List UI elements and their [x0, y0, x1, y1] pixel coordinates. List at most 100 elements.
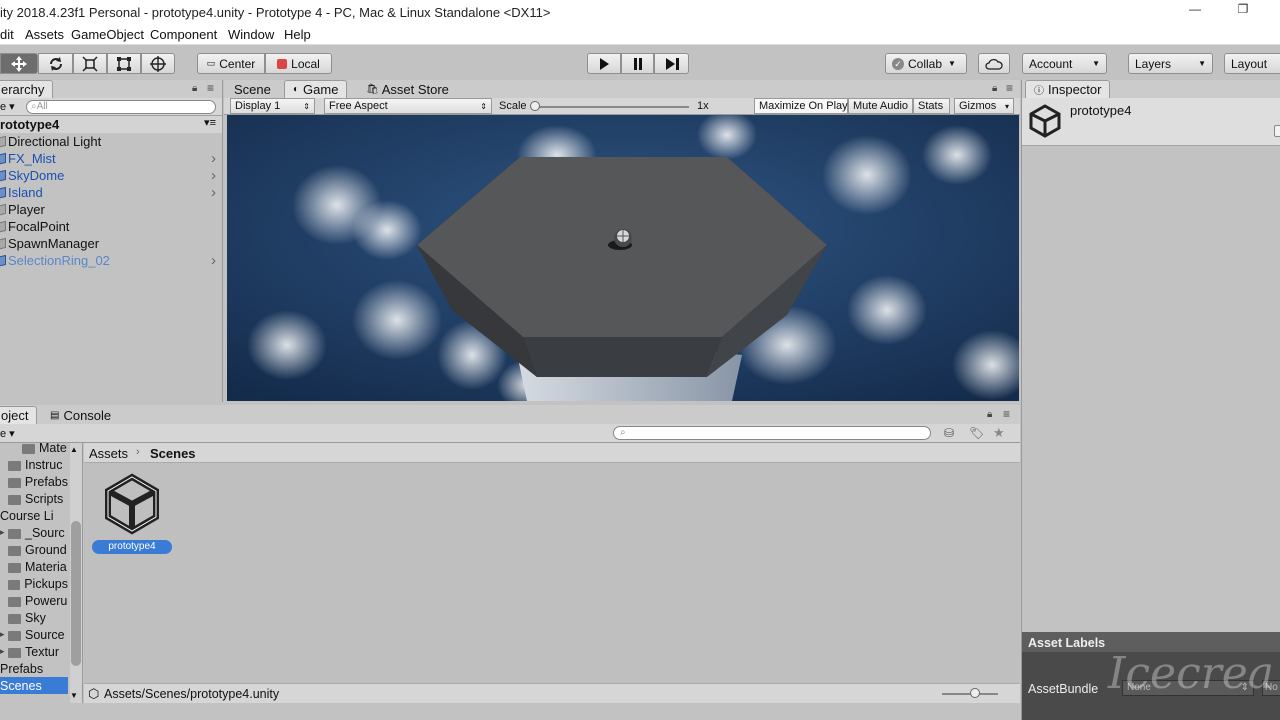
display-dropdown[interactable]: Display 1 ⇕: [230, 98, 315, 114]
game-view[interactable]: [227, 115, 1019, 401]
move-tool-button[interactable]: [0, 53, 38, 74]
expand-arrow-icon[interactable]: ›: [211, 150, 216, 167]
stats-toggle[interactable]: Stats: [913, 98, 950, 114]
hierarchy-item[interactable]: SpawnManager: [0, 235, 222, 252]
tab-inspector[interactable]: ⓘ Inspector: [1025, 80, 1111, 98]
tab-project[interactable]: oject: [0, 406, 38, 424]
mute-audio-toggle[interactable]: Mute Audio: [848, 98, 913, 114]
folder-tree-item[interactable]: Mate: [0, 443, 68, 456]
scale-slider-thumb[interactable]: [530, 101, 540, 111]
lock-icon[interactable]: 🔒︎: [987, 409, 992, 420]
folder-tree-item[interactable]: Prefabs: [0, 660, 68, 677]
folder-tree-item[interactable]: Prefabs: [0, 473, 68, 490]
play-button[interactable]: [587, 53, 621, 74]
layout-dropdown[interactable]: Layout: [1224, 53, 1280, 74]
tab-game[interactable]: ◐ Game: [284, 80, 348, 98]
hierarchy-item[interactable]: FX_Mist ›: [0, 150, 222, 167]
folder-tree-item[interactable]: Scenes: [0, 677, 68, 694]
pivot-center-toggle[interactable]: ▭ Center: [197, 53, 265, 74]
hierarchy-item[interactable]: Player: [0, 201, 222, 218]
menu-help[interactable]: Help: [284, 27, 311, 42]
scroll-down-icon[interactable]: ▼: [70, 691, 78, 700]
tab-scene[interactable]: Scene: [226, 80, 279, 98]
rotate-tool-button[interactable]: [38, 53, 73, 74]
folder-tree-item[interactable]: Pickups: [0, 575, 68, 592]
scroll-up-icon[interactable]: ▲: [70, 445, 78, 454]
lock-icon[interactable]: 🔒︎: [992, 83, 997, 94]
open-button[interactable]: [1274, 125, 1280, 137]
filter-type-icon[interactable]: ⛁: [944, 426, 954, 440]
project-search-input[interactable]: ⌕: [613, 426, 931, 440]
hierarchy-item[interactable]: Directional Light: [0, 133, 222, 150]
folder-tree-item[interactable]: ▸ _Sourc: [0, 524, 68, 541]
hierarchy-create-button[interactable]: e ▾: [0, 100, 15, 113]
icon-size-slider-thumb[interactable]: [970, 688, 980, 698]
hierarchy-item[interactable]: FocalPoint: [0, 218, 222, 235]
gameobject-cube-icon: [0, 203, 6, 216]
tab-console[interactable]: ▤ Console: [42, 406, 119, 424]
cloud-button[interactable]: [978, 53, 1010, 74]
hierarchy-item[interactable]: SkyDome ›: [0, 167, 222, 184]
pause-button[interactable]: [621, 53, 654, 74]
hierarchy-item[interactable]: Island ›: [0, 184, 222, 201]
hierarchy-item[interactable]: SelectionRing_02 ›: [0, 252, 222, 269]
minimize-button[interactable]: —: [1180, 2, 1210, 22]
step-button[interactable]: [654, 53, 689, 74]
hierarchy-search-input[interactable]: ⌕All: [26, 100, 216, 114]
asset-name: prototype4: [1070, 103, 1132, 118]
folder-tree-item[interactable]: Ground: [0, 541, 68, 558]
scene-menu-icon[interactable]: ▾≡: [204, 116, 216, 129]
tree-scrollbar[interactable]: ▲ ▼: [70, 443, 82, 703]
folder-tree-item[interactable]: Sky: [0, 609, 68, 626]
expand-arrow-icon[interactable]: ›: [211, 252, 216, 269]
breadcrumb-scenes[interactable]: Scenes: [150, 446, 196, 461]
breadcrumb-assets[interactable]: Assets: [89, 446, 128, 461]
filter-label-icon[interactable]: 🏷︎: [969, 426, 984, 440]
transform-tool-button[interactable]: [141, 53, 175, 74]
maximize-on-play-toggle[interactable]: Maximize On Play: [754, 98, 848, 114]
expand-arrow-icon[interactable]: ▸: [0, 527, 5, 538]
asset-item-prototype4[interactable]: prototype4: [92, 473, 172, 563]
restore-button[interactable]: ❐: [1228, 2, 1258, 22]
tree-scroll-thumb[interactable]: [71, 521, 81, 666]
account-dropdown[interactable]: Account ▼: [1022, 53, 1107, 74]
folder-tree-item[interactable]: Materia: [0, 558, 68, 575]
menu-gameobject[interactable]: GameObject: [71, 27, 144, 42]
pivot-local-toggle[interactable]: Local: [265, 53, 332, 74]
folder-tree-item[interactable]: Scripts: [0, 490, 68, 507]
menu-assets[interactable]: Assets: [25, 27, 64, 42]
folder-icon: [8, 613, 21, 624]
folder-label: Scenes: [0, 678, 42, 693]
menu-component[interactable]: Component: [150, 27, 217, 42]
tab-hierarchy[interactable]: erarchy: [0, 80, 54, 98]
folder-tree-item[interactable]: Poweru: [0, 592, 68, 609]
menu-icon[interactable]: ≡: [207, 81, 214, 95]
aspect-dropdown[interactable]: Free Aspect ⇕: [324, 98, 492, 114]
expand-arrow-icon[interactable]: ›: [211, 184, 216, 201]
menu-edit[interactable]: dit: [0, 27, 14, 42]
asset-grid: prototype4: [84, 463, 1020, 683]
folder-tree-item[interactable]: ▸ Source: [0, 626, 68, 643]
gizmos-dropdown[interactable]: Gizmos ▾: [954, 98, 1014, 114]
rect-tool-button[interactable]: [107, 53, 141, 74]
expand-arrow-icon[interactable]: ›: [211, 167, 216, 184]
favorite-star-icon[interactable]: ★: [993, 425, 1005, 441]
folder-tree-item[interactable]: ▸ Textur: [0, 643, 68, 660]
expand-arrow-icon[interactable]: ▸: [0, 629, 5, 640]
scale-tool-button[interactable]: [73, 53, 107, 74]
folder-tree-item[interactable]: Instruc: [0, 456, 68, 473]
scale-slider-track[interactable]: [534, 106, 689, 108]
breadcrumb: Assets › Scenes: [84, 443, 1020, 463]
collab-dropdown[interactable]: ✓ Collab ▼: [885, 53, 967, 74]
layers-dropdown[interactable]: Layers ▼: [1128, 53, 1213, 74]
layout-label: Layout: [1231, 56, 1268, 71]
lock-icon[interactable]: 🔒︎: [192, 83, 197, 94]
menu-window[interactable]: Window: [228, 27, 274, 42]
project-create-button[interactable]: e ▾: [0, 427, 15, 440]
menu-icon[interactable]: ≡: [1006, 81, 1013, 95]
tab-asset-store[interactable]: 🛍︎ Asset Store: [358, 80, 457, 98]
scene-header[interactable]: rototype4 ▾≡: [0, 116, 222, 133]
folder-tree-item[interactable]: Course Li: [0, 507, 68, 524]
menu-icon[interactable]: ≡: [1003, 407, 1010, 421]
expand-arrow-icon[interactable]: ▸: [0, 646, 5, 657]
